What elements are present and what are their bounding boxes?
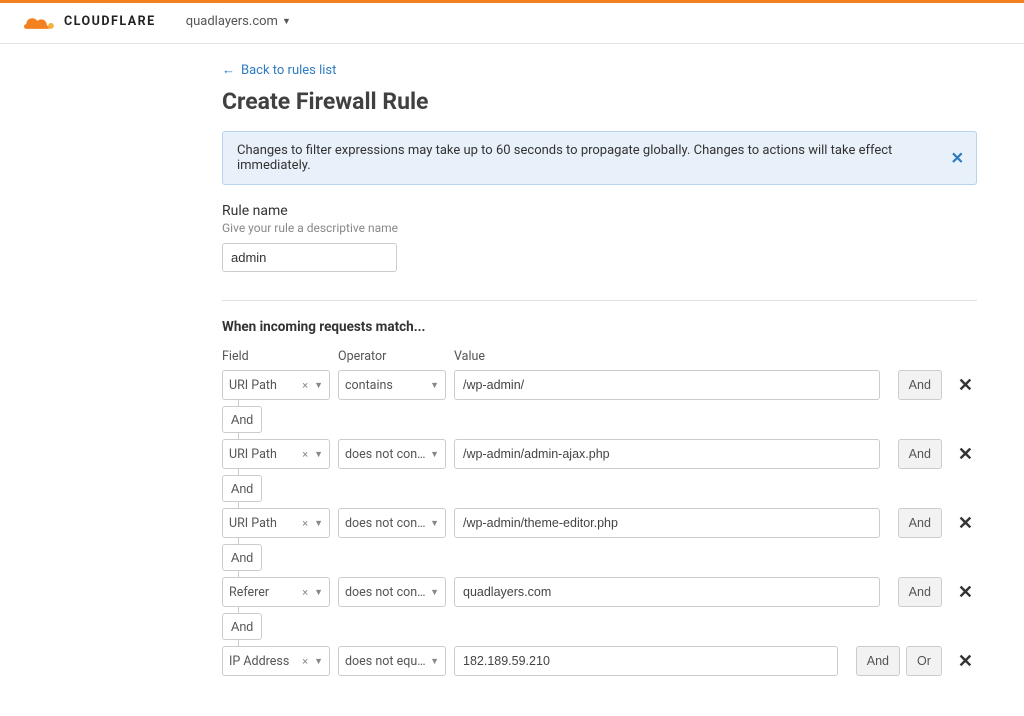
operator-select-value: does not cont... xyxy=(345,585,426,600)
divider xyxy=(222,300,977,301)
connector-button[interactable]: And xyxy=(222,544,262,571)
connector-row: And xyxy=(222,544,977,571)
field-select[interactable]: IP Address×▼ xyxy=(222,646,330,676)
field-select-value: URI Path xyxy=(229,378,300,393)
value-input[interactable] xyxy=(454,439,880,469)
arrow-left-icon: ← xyxy=(222,62,235,78)
clear-icon[interactable]: × xyxy=(300,586,310,599)
brand-name: CLOUDFLARE xyxy=(64,14,156,29)
chevron-down-icon: ▼ xyxy=(310,656,323,667)
match-heading: When incoming requests match... xyxy=(222,319,977,335)
value-input[interactable] xyxy=(454,508,880,538)
connector-row: And xyxy=(222,475,977,502)
chevron-down-icon: ▼ xyxy=(310,518,323,529)
field-select-value: Referer xyxy=(229,585,300,600)
row-actions: And ✕ xyxy=(898,508,977,538)
connector-row: And xyxy=(222,613,977,640)
chevron-down-icon: ▼ xyxy=(282,16,291,27)
rule-row: URI Path×▼does not cont...▼And✕ xyxy=(222,508,977,538)
field-select-value: URI Path xyxy=(229,447,300,462)
cloudflare-icon xyxy=(20,11,58,31)
clear-icon[interactable]: × xyxy=(300,448,310,461)
value-input[interactable] xyxy=(454,646,838,676)
or-button[interactable]: Or xyxy=(906,646,942,676)
field-select-value: URI Path xyxy=(229,516,300,531)
info-notice: Changes to filter expressions may take u… xyxy=(222,131,977,185)
value-input[interactable] xyxy=(454,370,880,400)
chevron-down-icon: ▼ xyxy=(310,449,323,460)
header: CLOUDFLARE quadlayers.com ▼ xyxy=(0,3,1024,44)
operator-select[interactable]: does not equal▼ xyxy=(338,646,446,676)
rule-name-help: Give your rule a descriptive name xyxy=(222,221,977,235)
operator-select-value: does not cont... xyxy=(345,516,426,531)
close-icon[interactable]: ✕ xyxy=(951,149,964,168)
column-headers: Field Operator Value xyxy=(222,349,977,364)
field-select[interactable]: URI Path×▼ xyxy=(222,439,330,469)
info-notice-text: Changes to filter expressions may take u… xyxy=(237,143,892,173)
chevron-down-icon: ▼ xyxy=(426,587,439,598)
back-link[interactable]: ← Back to rules list xyxy=(222,62,336,78)
chevron-down-icon: ▼ xyxy=(426,380,439,391)
operator-select[interactable]: does not cont...▼ xyxy=(338,577,446,607)
remove-rule-icon[interactable]: ✕ xyxy=(954,513,977,534)
field-select-value: IP Address xyxy=(229,654,300,669)
field-select[interactable]: Referer×▼ xyxy=(222,577,330,607)
operator-select[interactable]: does not cont...▼ xyxy=(338,508,446,538)
connector-button[interactable]: And xyxy=(222,613,262,640)
connector-row: And xyxy=(222,406,977,433)
col-field-label: Field xyxy=(222,349,330,364)
chevron-down-icon: ▼ xyxy=(310,380,323,391)
remove-rule-icon[interactable]: ✕ xyxy=(954,444,977,465)
col-value-label: Value xyxy=(454,349,977,364)
row-actions: And ✕ xyxy=(898,577,977,607)
connector-button[interactable]: And xyxy=(222,475,262,502)
rule-row: IP Address×▼does not equal▼AndOr✕ xyxy=(222,646,977,676)
operator-select[interactable]: contains▼ xyxy=(338,370,446,400)
clear-icon[interactable]: × xyxy=(300,655,310,668)
operator-select-value: contains xyxy=(345,378,426,393)
rule-row: URI Path×▼does not cont...▼And✕ xyxy=(222,439,977,469)
row-actions: AndOr ✕ xyxy=(856,646,977,676)
remove-rule-icon[interactable]: ✕ xyxy=(954,375,977,396)
chevron-down-icon: ▼ xyxy=(426,518,439,529)
back-link-label: Back to rules list xyxy=(241,63,336,78)
and-button[interactable]: And xyxy=(898,508,942,538)
domain-selector-label: quadlayers.com xyxy=(186,14,278,29)
remove-rule-icon[interactable]: ✕ xyxy=(954,651,977,672)
remove-rule-icon[interactable]: ✕ xyxy=(954,582,977,603)
clear-icon[interactable]: × xyxy=(300,517,310,530)
operator-select-value: does not equal xyxy=(345,654,426,669)
field-select[interactable]: URI Path×▼ xyxy=(222,508,330,538)
clear-icon[interactable]: × xyxy=(300,379,310,392)
field-select[interactable]: URI Path×▼ xyxy=(222,370,330,400)
rule-row: URI Path×▼contains▼And✕ xyxy=(222,370,977,400)
row-actions: And ✕ xyxy=(898,370,977,400)
and-button[interactable]: And xyxy=(898,370,942,400)
rule-row: Referer×▼does not cont...▼And✕ xyxy=(222,577,977,607)
col-operator-label: Operator xyxy=(338,349,446,364)
and-button[interactable]: And xyxy=(898,577,942,607)
connector-button[interactable]: And xyxy=(222,406,262,433)
domain-selector[interactable]: quadlayers.com ▼ xyxy=(186,14,291,29)
chevron-down-icon: ▼ xyxy=(426,449,439,460)
rule-name-label: Rule name xyxy=(222,203,977,219)
page-title: Create Firewall Rule xyxy=(222,88,977,115)
brand-logo: CLOUDFLARE xyxy=(20,11,156,31)
operator-select[interactable]: does not cont...▼ xyxy=(338,439,446,469)
main-content: ← Back to rules list Create Firewall Rul… xyxy=(222,44,977,716)
value-input[interactable] xyxy=(454,577,880,607)
and-button[interactable]: And xyxy=(898,439,942,469)
and-button[interactable]: And xyxy=(856,646,900,676)
operator-select-value: does not cont... xyxy=(345,447,426,462)
chevron-down-icon: ▼ xyxy=(426,656,439,667)
chevron-down-icon: ▼ xyxy=(310,587,323,598)
rule-name-input[interactable] xyxy=(222,243,397,272)
rules-area: Field Operator Value URI Path×▼contains▼… xyxy=(222,349,977,676)
row-actions: And ✕ xyxy=(898,439,977,469)
